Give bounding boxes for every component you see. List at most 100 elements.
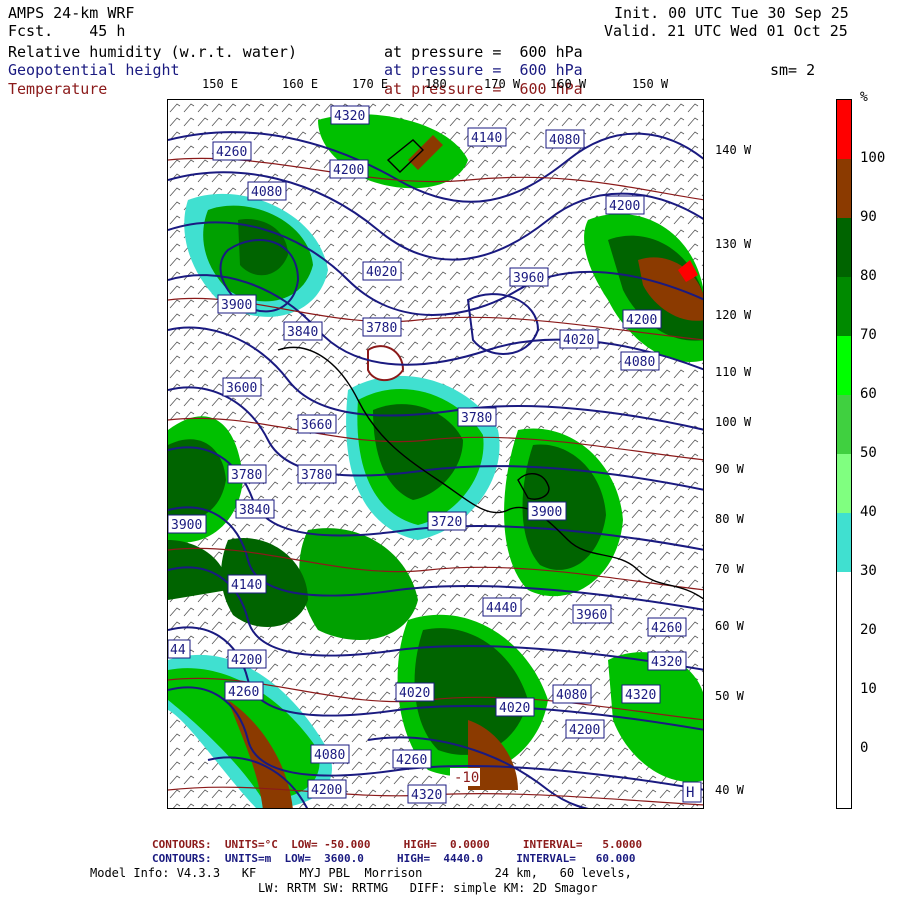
height-label: 44 xyxy=(168,639,191,659)
colorbar-label: 70 xyxy=(860,327,877,343)
svg-text:3600: 3600 xyxy=(226,381,257,396)
temp-contour-info: CONTOURS: UNITS=°C LOW= -50.000 HIGH= 0.… xyxy=(152,838,643,851)
svg-text:3720: 3720 xyxy=(431,515,462,530)
height-label: 3780 xyxy=(297,464,337,484)
lat-label: 110 W xyxy=(715,365,752,379)
svg-text:3900: 3900 xyxy=(171,518,202,533)
colorbar-segment-low xyxy=(837,572,851,808)
model-info: Model Info: V4.3.3 KF MYJ PBL Morrison 2… xyxy=(90,866,632,880)
height-label: 4320 xyxy=(407,784,447,804)
lat-label: 70 W xyxy=(715,562,744,576)
svg-text:4320: 4320 xyxy=(651,655,682,670)
colorbar-segment-40 xyxy=(837,454,851,513)
height-label: 4020 xyxy=(362,261,402,281)
svg-text:3900: 3900 xyxy=(531,505,562,520)
lon-label: 180 xyxy=(425,77,447,91)
height-label: 4260 xyxy=(392,749,432,769)
svg-text:4020: 4020 xyxy=(563,333,594,348)
height-label: 3960 xyxy=(509,267,549,287)
high-pressure-label: H xyxy=(682,781,702,803)
lon-label: 170 E xyxy=(352,77,389,91)
svg-text:4080: 4080 xyxy=(549,133,580,148)
height-label: 3780 xyxy=(362,317,402,337)
svg-text:3960: 3960 xyxy=(576,608,607,623)
lat-label: 120 W xyxy=(715,308,752,322)
svg-text:4200: 4200 xyxy=(311,783,342,798)
height-label: 4260 xyxy=(224,681,264,701)
height-label: 4020 xyxy=(559,329,599,349)
height-label: 3600 xyxy=(222,377,262,397)
svg-text:4260: 4260 xyxy=(216,145,247,160)
field-rh-level: at pressure = 600 hPa xyxy=(384,43,583,61)
height-label: 3900 xyxy=(217,294,257,314)
lon-label: 160 E xyxy=(282,77,319,91)
height-label: 4200 xyxy=(227,649,267,669)
map-canvas: 4320 4260 4200 4140 4080 4200 4080 4020 … xyxy=(168,100,703,808)
lon-label: 160 W xyxy=(550,77,587,91)
height-label: 4200 xyxy=(565,719,605,739)
svg-text:4260: 4260 xyxy=(228,685,259,700)
svg-text:3780: 3780 xyxy=(366,321,397,336)
height-label: 3900 xyxy=(168,514,207,534)
svg-text:4020: 4020 xyxy=(499,701,530,716)
colorbar-label: 80 xyxy=(860,268,877,284)
svg-text:44: 44 xyxy=(170,643,186,658)
height-label: 4080 xyxy=(552,684,592,704)
colorbar-label: 0 xyxy=(860,740,869,756)
field-height-name: Geopotential height xyxy=(8,61,180,79)
height-label: 3780 xyxy=(227,464,267,484)
lat-label: 90 W xyxy=(715,462,744,476)
lon-label: 150 W xyxy=(632,77,669,91)
height-label: 3660 xyxy=(297,414,337,434)
svg-text:4020: 4020 xyxy=(399,686,430,701)
svg-text:H: H xyxy=(686,785,694,801)
lat-label: 130 W xyxy=(715,237,752,251)
svg-text:-10: -10 xyxy=(454,770,479,786)
svg-text:4020: 4020 xyxy=(366,265,397,280)
height-label: 4200 xyxy=(622,309,662,329)
colorbar-label: 40 xyxy=(860,504,877,520)
colorbar-label: 90 xyxy=(860,209,877,225)
height-label: 4080 xyxy=(545,129,585,149)
colorbar-segment-100 xyxy=(837,100,851,159)
valid-time: Valid. 21 UTC Wed 01 Oct 25 xyxy=(604,22,848,40)
height-label: 3840 xyxy=(283,321,323,341)
svg-text:3780: 3780 xyxy=(301,468,332,483)
svg-text:3960: 3960 xyxy=(513,271,544,286)
forecast-hour: Fcst. 45 h xyxy=(8,22,126,40)
colorbar-segment-90 xyxy=(837,159,851,218)
svg-text:4200: 4200 xyxy=(333,163,364,178)
lat-label: 40 W xyxy=(715,783,744,797)
height-label: 4320 xyxy=(647,651,687,671)
height-label: 4140 xyxy=(227,574,267,594)
lat-label: 80 W xyxy=(715,512,744,526)
svg-text:4200: 4200 xyxy=(626,313,657,328)
physics-info: LW: RRTM SW: RRTMG DIFF: simple KM: 2D S… xyxy=(258,881,598,895)
svg-text:4260: 4260 xyxy=(651,621,682,636)
svg-text:4200: 4200 xyxy=(609,199,640,214)
height-label: 4140 xyxy=(467,127,507,147)
colorbar-label: 30 xyxy=(860,563,877,579)
lat-label: 140 W xyxy=(715,143,752,157)
init-time: Init. 00 UTC Tue 30 Sep 25 xyxy=(614,4,849,22)
lat-label: 60 W xyxy=(715,619,744,633)
lat-label: 100 W xyxy=(715,415,752,429)
colorbar-label: 50 xyxy=(860,445,877,461)
svg-text:3780: 3780 xyxy=(461,411,492,426)
svg-text:4320: 4320 xyxy=(625,688,656,703)
svg-text:4260: 4260 xyxy=(396,753,427,768)
height-label: 4080 xyxy=(310,744,350,764)
colorbar-segment-80 xyxy=(837,218,851,277)
colorbar-unit: % xyxy=(860,90,868,105)
height-label: 3960 xyxy=(572,604,612,624)
svg-text:4080: 4080 xyxy=(624,355,655,370)
svg-text:4320: 4320 xyxy=(334,109,365,124)
height-label: 4440 xyxy=(482,597,522,617)
model-title: AMPS 24-km WRF xyxy=(8,4,135,22)
colorbar-segment-60 xyxy=(837,336,851,395)
colorbar-segment-70 xyxy=(837,277,851,336)
svg-text:3900: 3900 xyxy=(221,298,252,313)
height-label: 4200 xyxy=(329,159,369,179)
height-label: 4320 xyxy=(621,684,661,704)
height-label: 4080 xyxy=(247,181,287,201)
